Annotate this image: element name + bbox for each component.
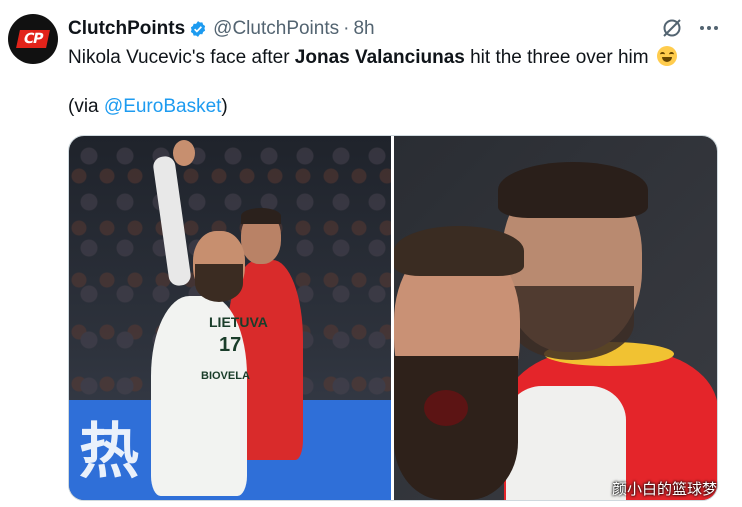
media-grid: 热 LIETUVA 17 BIOVELA (68, 135, 718, 501)
jersey-sponsor: BIOVELA (201, 370, 250, 382)
via-prefix: (via (68, 96, 104, 117)
handle[interactable]: @ClutchPoints (213, 18, 339, 40)
white-jersey (506, 386, 626, 500)
tweet-text-end: hit the three over him (464, 47, 649, 68)
shouting-mouth (424, 390, 468, 426)
valanciunas-beard (394, 356, 518, 500)
jersey-text: LIETUVA (209, 314, 268, 330)
vucevic-hair (498, 162, 648, 218)
laughing-emoji-icon (656, 46, 677, 66)
via-line: (via @EuroBasket) (68, 96, 228, 118)
montenegro-player-hair (241, 208, 281, 224)
jersey-number: 17 (219, 334, 242, 356)
grok-icon[interactable] (660, 16, 684, 40)
vucevic-beard (510, 286, 634, 360)
separator-dot: · (343, 18, 350, 39)
banner-text: 热 (79, 417, 139, 487)
clutchpoints-logo: CP (16, 30, 50, 48)
verified-badge-icon (189, 20, 207, 38)
watermark: 颜小白的篮球梦 (612, 480, 718, 498)
photo-right[interactable] (394, 136, 717, 500)
display-name[interactable]: ClutchPoints (68, 18, 185, 40)
photo-left[interactable]: 热 LIETUVA 17 BIOVELA (69, 136, 394, 500)
lithuania-player-beard (195, 264, 243, 302)
via-suffix: ) (221, 96, 228, 117)
timestamp[interactable]: 8h (353, 18, 374, 40)
valanciunas-hair (394, 226, 524, 276)
tweet-header: ClutchPoints @ClutchPoints · 8h (68, 18, 375, 40)
ok-hand-gesture (173, 140, 195, 166)
avatar[interactable]: CP (8, 14, 58, 64)
more-options-icon[interactable] (700, 26, 720, 32)
tweet-text: Nikola Vucevic's face after Jonas Valanc… (68, 45, 718, 71)
tweet-text-start: Nikola Vucevic's face after (68, 47, 295, 68)
mention-link[interactable]: @EuroBasket (104, 96, 222, 117)
tweet-text-bold: Jonas Valanciunas (294, 47, 465, 68)
